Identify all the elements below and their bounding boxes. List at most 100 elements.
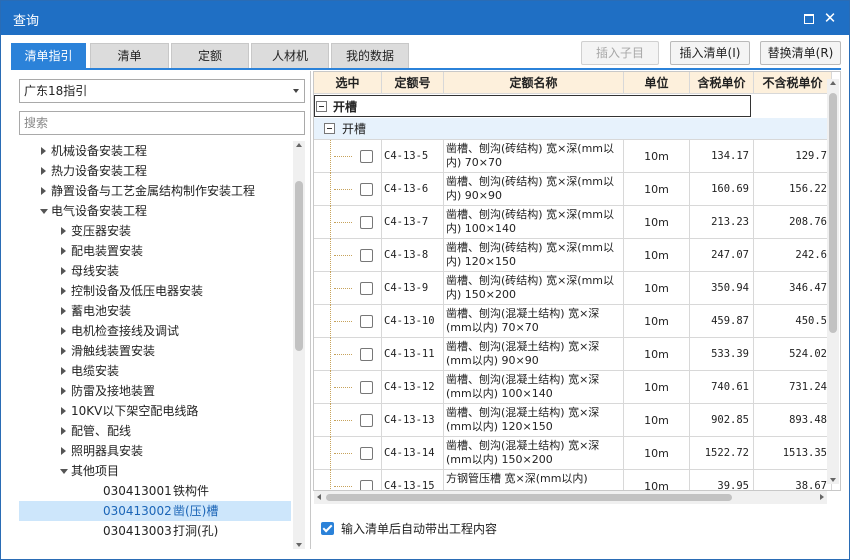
table-row[interactable]: C4-13-8 凿槽、刨沟(砖结构) 宽×深(mm以内) 120×150 10m 24…	[314, 239, 832, 272]
replace-list-button[interactable]: 替换清单(R)	[760, 41, 841, 65]
tree-item[interactable]: 10KV以下架空配电线路	[19, 401, 291, 421]
tree-scrollbar-thumb[interactable]	[295, 181, 303, 351]
row-checkbox[interactable]	[360, 348, 373, 361]
caret-right-icon[interactable]	[61, 447, 66, 455]
group-row-level1[interactable]: 开槽	[314, 95, 751, 117]
row-checkbox[interactable]	[360, 282, 373, 295]
caret-right-icon[interactable]	[61, 267, 66, 275]
tree-item-030413001[interactable]: 030413001 铁构件	[19, 481, 291, 501]
tree-item[interactable]: 热力设备安装工程	[19, 161, 291, 181]
grid-horizontal-scrollbar[interactable]	[314, 491, 827, 504]
tab-list[interactable]: 清单	[90, 43, 169, 69]
scroll-up-icon[interactable]	[296, 143, 302, 147]
caret-right-icon[interactable]	[61, 287, 66, 295]
col-unit-header[interactable]: 单位	[624, 72, 690, 94]
table-row[interactable]: C4-13-12 凿槽、刨沟(混凝土结构) 宽×深(mm以内) 100×140 10…	[314, 371, 832, 404]
caret-right-icon[interactable]	[61, 347, 66, 355]
caret-right-icon[interactable]	[61, 327, 66, 335]
insert-child-button[interactable]: 插入子目	[581, 41, 659, 65]
table-row[interactable]: C4-13-5 凿槽、刨沟(砖结构) 宽×深(mm以内) 70×70 10m 134.…	[314, 140, 832, 173]
tree-item[interactable]: 电气设备安装工程	[19, 201, 291, 221]
checkbox-checked-icon[interactable]	[321, 522, 334, 535]
tree-item[interactable]: 照明器具安装	[19, 441, 291, 461]
tree-item[interactable]: 静置设备与工艺金属结构制作安装工程	[19, 181, 291, 201]
tree-item[interactable]: 滑触线装置安装	[19, 341, 291, 361]
guide-select[interactable]: 广东18指引	[19, 79, 305, 103]
caret-right-icon[interactable]	[61, 367, 66, 375]
caret-right-icon[interactable]	[41, 187, 46, 195]
row-checkbox[interactable]	[360, 381, 373, 394]
table-row[interactable]: C4-13-7 凿槽、刨沟(砖结构) 宽×深(mm以内) 100×140 10m 21…	[314, 206, 832, 239]
table-row[interactable]: C4-13-15 方钢管压槽 宽×深(mm以内) 10m 39.95 38.67	[314, 470, 832, 490]
tree-item[interactable]: 变压器安装	[19, 221, 291, 241]
tab-labor-material-machine[interactable]: 人材机	[251, 43, 329, 69]
select-cell	[314, 338, 382, 371]
unit-cell: 10m	[624, 338, 690, 371]
caret-right-icon[interactable]	[41, 147, 46, 155]
col-quota-name-header[interactable]: 定额名称	[444, 72, 624, 94]
scroll-down-icon[interactable]	[830, 478, 836, 482]
grid-vscroll-thumb[interactable]	[829, 93, 837, 333]
caret-right-icon[interactable]	[61, 427, 66, 435]
caret-right-icon[interactable]	[61, 307, 66, 315]
search-input[interactable]	[19, 111, 305, 135]
col-price-tax-header[interactable]: 含税单价	[690, 72, 754, 94]
tree-item[interactable]: 电机检查接线及调试	[19, 321, 291, 341]
maximize-icon[interactable]	[799, 9, 817, 27]
col-quota-no-header[interactable]: 定额号	[382, 72, 444, 94]
tab-list-guide[interactable]: 清单指引	[11, 43, 86, 69]
row-checkbox[interactable]	[360, 480, 373, 490]
tree-scrollbar[interactable]	[293, 141, 305, 549]
insert-list-button[interactable]: 插入清单(I)	[670, 41, 750, 65]
tree-item[interactable]: 母线安装	[19, 261, 291, 281]
caret-down-icon[interactable]	[40, 209, 48, 214]
caret-right-icon[interactable]	[61, 247, 66, 255]
quota-name-cell: 凿槽、刨沟(混凝土结构) 宽×深(mm以内) 70×70	[444, 305, 624, 338]
grid-hscroll-thumb[interactable]	[326, 494, 732, 501]
tree-item-030413003[interactable]: 030413003 打洞(孔)	[19, 521, 291, 541]
table-row[interactable]: C4-13-14 凿槽、刨沟(混凝土结构) 宽×深(mm以内) 150×200 10…	[314, 437, 832, 470]
row-checkbox[interactable]	[360, 150, 373, 163]
caret-down-icon[interactable]	[60, 469, 68, 474]
tree-item[interactable]: 蓄电池安装	[19, 301, 291, 321]
table-row[interactable]: C4-13-6 凿槽、刨沟(砖结构) 宽×深(mm以内) 90×90 10m 160.…	[314, 173, 832, 206]
tree-item[interactable]: 其他项目	[19, 461, 291, 481]
row-checkbox[interactable]	[360, 183, 373, 196]
scroll-up-icon[interactable]	[830, 81, 836, 85]
caret-right-icon[interactable]	[61, 227, 66, 235]
caret-right-icon[interactable]	[61, 387, 66, 395]
col-price-notax-header[interactable]: 不含税单价	[754, 72, 832, 94]
tree-item[interactable]: 防雷及接地装置	[19, 381, 291, 401]
row-checkbox[interactable]	[360, 249, 373, 262]
caret-right-icon[interactable]	[41, 167, 46, 175]
row-checkbox[interactable]	[360, 315, 373, 328]
collapse-icon[interactable]	[316, 101, 327, 112]
tree-item[interactable]: 机械设备安装工程	[19, 141, 291, 161]
row-checkbox[interactable]	[360, 216, 373, 229]
scroll-down-icon[interactable]	[296, 543, 302, 547]
caret-right-icon[interactable]	[61, 407, 66, 415]
table-row[interactable]: C4-13-11 凿槽、刨沟(混凝土结构) 宽×深(mm以内) 90×90 10m 5…	[314, 338, 832, 371]
scroll-right-icon[interactable]	[820, 494, 824, 500]
tree-item[interactable]: 控制设备及低压电器安装	[19, 281, 291, 301]
scroll-left-icon[interactable]	[317, 494, 321, 500]
table-row[interactable]: C4-13-10 凿槽、刨沟(混凝土结构) 宽×深(mm以内) 70×70 10m 4…	[314, 305, 832, 338]
col-selected-header[interactable]: 选中	[314, 72, 382, 94]
tab-my-data[interactable]: 我的数据	[331, 43, 409, 69]
group-row-level2[interactable]: 开槽	[314, 118, 832, 140]
tab-quota[interactable]: 定额	[171, 43, 249, 69]
row-checkbox[interactable]	[360, 414, 373, 427]
close-icon[interactable]: ✕	[821, 9, 839, 27]
collapse-icon[interactable]	[324, 123, 335, 134]
quota-code-cell: C4-13-6	[382, 173, 444, 206]
row-checkbox[interactable]	[360, 447, 373, 460]
tree-item-030413002[interactable]: 030413002 凿(压)槽	[19, 501, 291, 521]
tree-item[interactable]: 配电装置安装	[19, 241, 291, 261]
quota-code-cell: C4-13-14	[382, 437, 444, 470]
table-row[interactable]: C4-13-9 凿槽、刨沟(砖结构) 宽×深(mm以内) 150×200 10m 35…	[314, 272, 832, 305]
tree-item-label: 电气设备安装工程	[51, 204, 148, 218]
tree-item[interactable]: 配管、配线	[19, 421, 291, 441]
table-row[interactable]: C4-13-13 凿槽、刨沟(混凝土结构) 宽×深(mm以内) 120×150 10…	[314, 404, 832, 437]
grid-vertical-scrollbar[interactable]	[827, 79, 839, 484]
tree-item[interactable]: 电缆安装	[19, 361, 291, 381]
